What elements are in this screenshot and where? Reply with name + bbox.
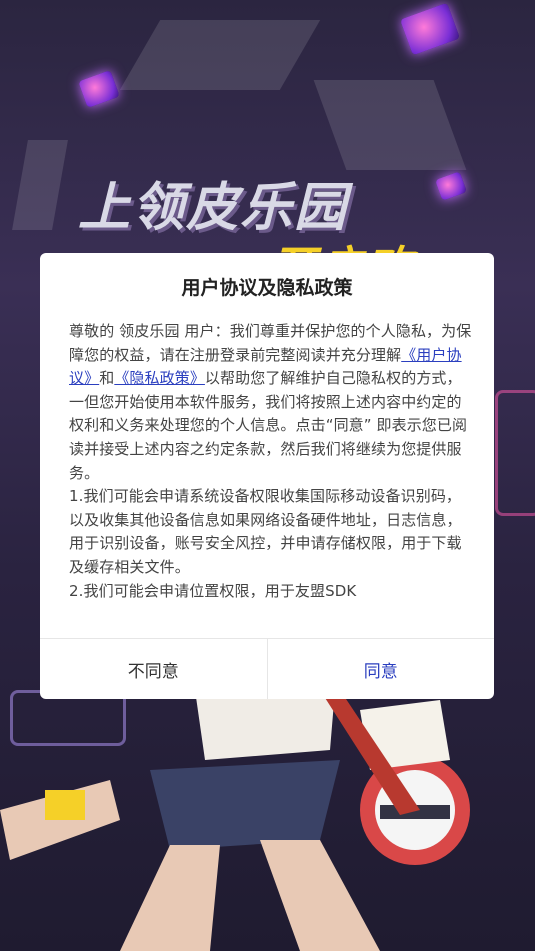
- neon-sign: [495, 390, 535, 516]
- intro-paragraph: 尊敬的 领皮乐园 用户：我们尊重并保护您的个人隐私，为保障您的权益，请在注册登录…: [69, 320, 472, 485]
- dialog-body: 尊敬的 领皮乐园 用户：我们尊重并保护您的个人隐私，为保障您的权益，请在注册登录…: [69, 320, 472, 603]
- gem-icon: [435, 171, 467, 201]
- game-title-art: 上领皮乐园: [78, 178, 349, 238]
- gem-icon: [400, 2, 460, 56]
- bg-shard: [12, 140, 68, 230]
- and-text: 和: [99, 369, 115, 388]
- bg-shard: [119, 20, 321, 90]
- dialog-title: 用户协议及隐私政策: [181, 277, 353, 299]
- privacy-policy-link[interactable]: 《隐私政策》: [114, 369, 205, 387]
- bg-shard: [313, 80, 467, 170]
- dialog-button-row: 不同意 同意: [40, 638, 494, 699]
- permission-item-1: 1.我们可能会申请系统设备权限收集国际移动设备识别码，以及收集其他设备信息如果网…: [69, 487, 462, 576]
- agree-button[interactable]: 同意: [268, 639, 495, 699]
- permission-item-2: 2.我们可能会申请位置权限，用于友盟SDK: [69, 581, 357, 600]
- privacy-dialog: 用户协议及隐私政策 尊敬的 领皮乐园 用户：我们尊重并保护您的个人隐私，为保障您…: [40, 253, 494, 699]
- character-illustration: [0, 690, 470, 951]
- disagree-button[interactable]: 不同意: [40, 639, 268, 699]
- gem-icon: [78, 70, 120, 108]
